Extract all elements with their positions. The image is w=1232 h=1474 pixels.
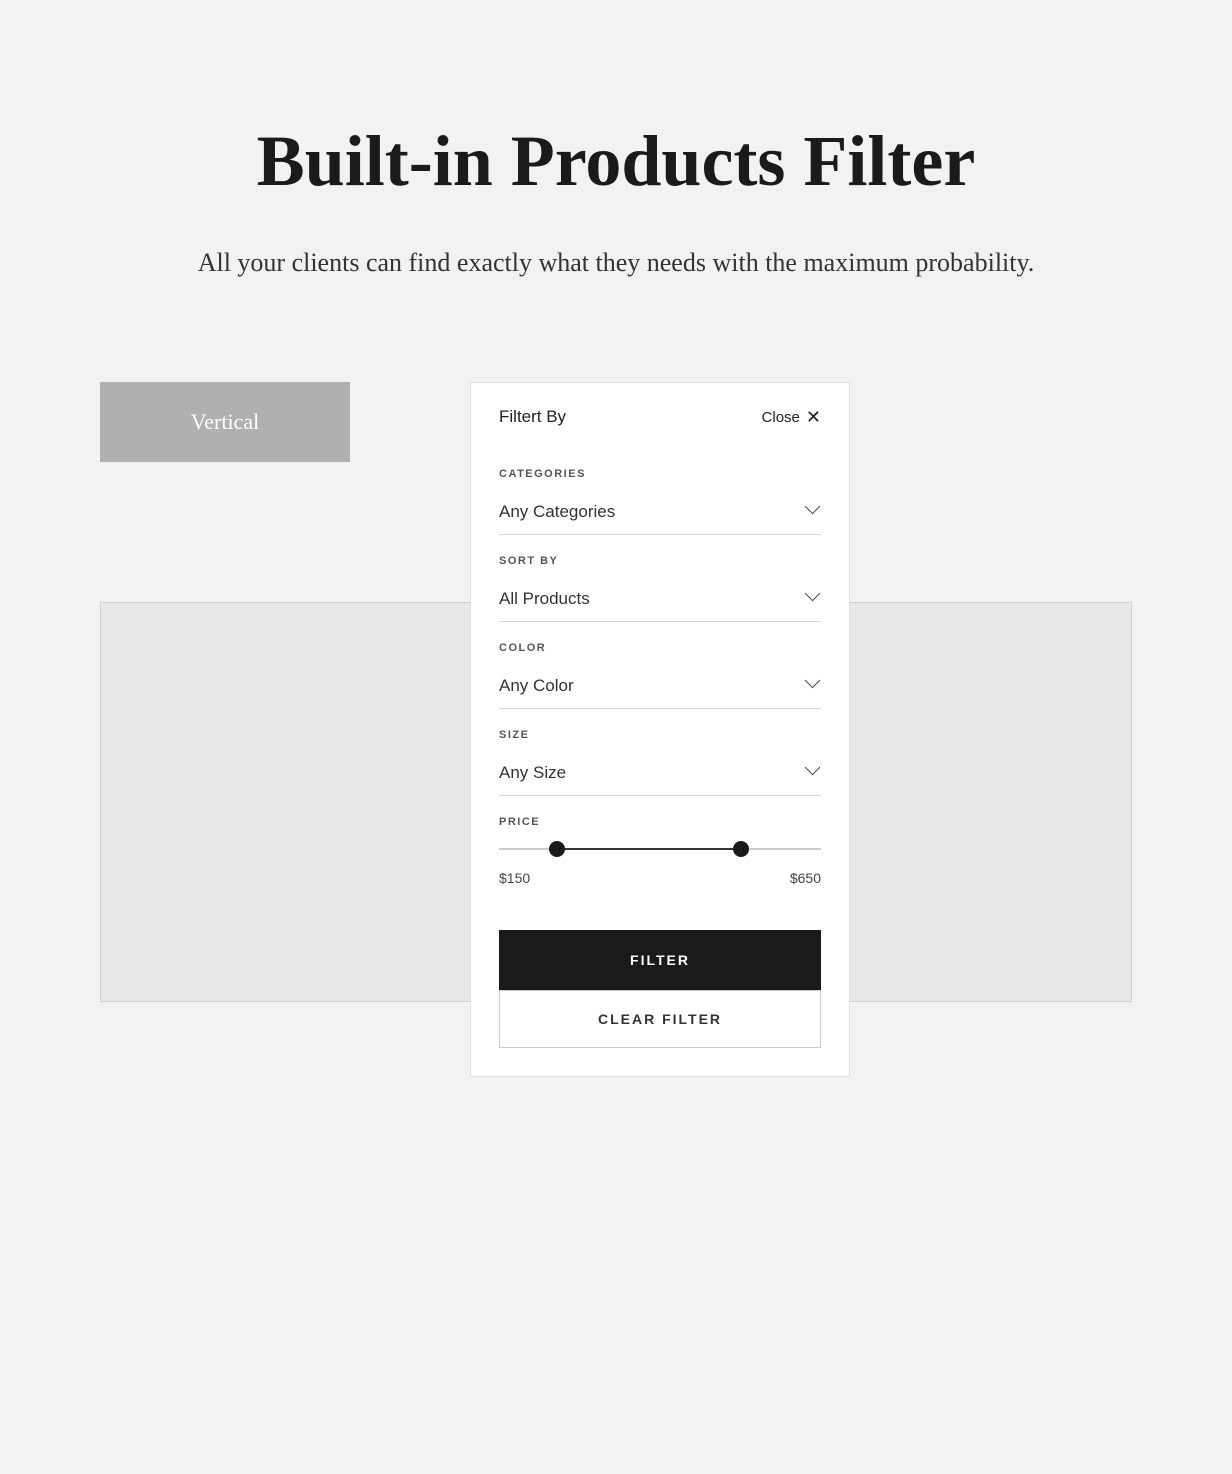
price-label: PRICE — [499, 816, 821, 828]
page-subtitle: All your clients can find exactly what t… — [150, 243, 1082, 282]
sort-by-label: SORT BY — [499, 555, 821, 567]
price-labels: $150 $650 — [499, 870, 821, 886]
vertical-button[interactable]: Vertical — [100, 382, 350, 462]
filter-button[interactable]: FILTER — [499, 930, 821, 990]
close-button[interactable]: Close ✕ — [762, 407, 821, 428]
content-area: Vertical Filtert By Close ✕ CATEGORIES A… — [100, 382, 1132, 462]
size-value: Any Size — [499, 763, 566, 783]
clear-filter-button[interactable]: CLEAR FILTER — [499, 990, 821, 1048]
categories-label: CATEGORIES — [499, 468, 821, 480]
price-slider-container: $150 $650 — [499, 848, 821, 886]
price-handle-max[interactable] — [733, 841, 749, 857]
color-label: COLOR — [499, 642, 821, 654]
filter-body: CATEGORIES Any Categories SORT BY All Pr… — [471, 468, 849, 886]
price-track — [499, 848, 821, 850]
page-title: Built-in Products Filter — [150, 120, 1082, 203]
sort-by-section: SORT BY All Products — [499, 555, 821, 622]
sort-by-dropdown[interactable]: All Products — [499, 577, 821, 622]
sort-by-chevron-icon — [807, 592, 821, 606]
categories-value: Any Categories — [499, 502, 615, 522]
price-max-label: $650 — [790, 870, 821, 886]
filter-panel: Filtert By Close ✕ CATEGORIES Any Catego… — [470, 382, 850, 1077]
filter-panel-title: Filtert By — [499, 407, 566, 427]
page-wrapper: Built-in Products Filter All your client… — [0, 0, 1232, 1474]
price-section: PRICE $150 $650 — [499, 816, 821, 886]
color-dropdown[interactable]: Any Color — [499, 664, 821, 709]
categories-section: CATEGORIES Any Categories — [499, 468, 821, 535]
categories-chevron-icon — [807, 505, 821, 519]
filter-header: Filtert By Close ✕ — [471, 383, 849, 448]
price-track-active — [557, 848, 741, 850]
size-dropdown[interactable]: Any Size — [499, 751, 821, 796]
header-section: Built-in Products Filter All your client… — [0, 0, 1232, 342]
color-section: COLOR Any Color — [499, 642, 821, 709]
color-chevron-icon — [807, 679, 821, 693]
sort-by-value: All Products — [499, 589, 590, 609]
size-section: SIZE Any Size — [499, 729, 821, 796]
close-label: Close — [762, 409, 800, 426]
close-icon: ✕ — [806, 407, 821, 428]
color-value: Any Color — [499, 676, 574, 696]
filter-actions: FILTER CLEAR FILTER — [471, 910, 849, 1076]
categories-dropdown[interactable]: Any Categories — [499, 490, 821, 535]
price-handle-min[interactable] — [549, 841, 565, 857]
size-label: SIZE — [499, 729, 821, 741]
size-chevron-icon — [807, 766, 821, 780]
price-min-label: $150 — [499, 870, 530, 886]
